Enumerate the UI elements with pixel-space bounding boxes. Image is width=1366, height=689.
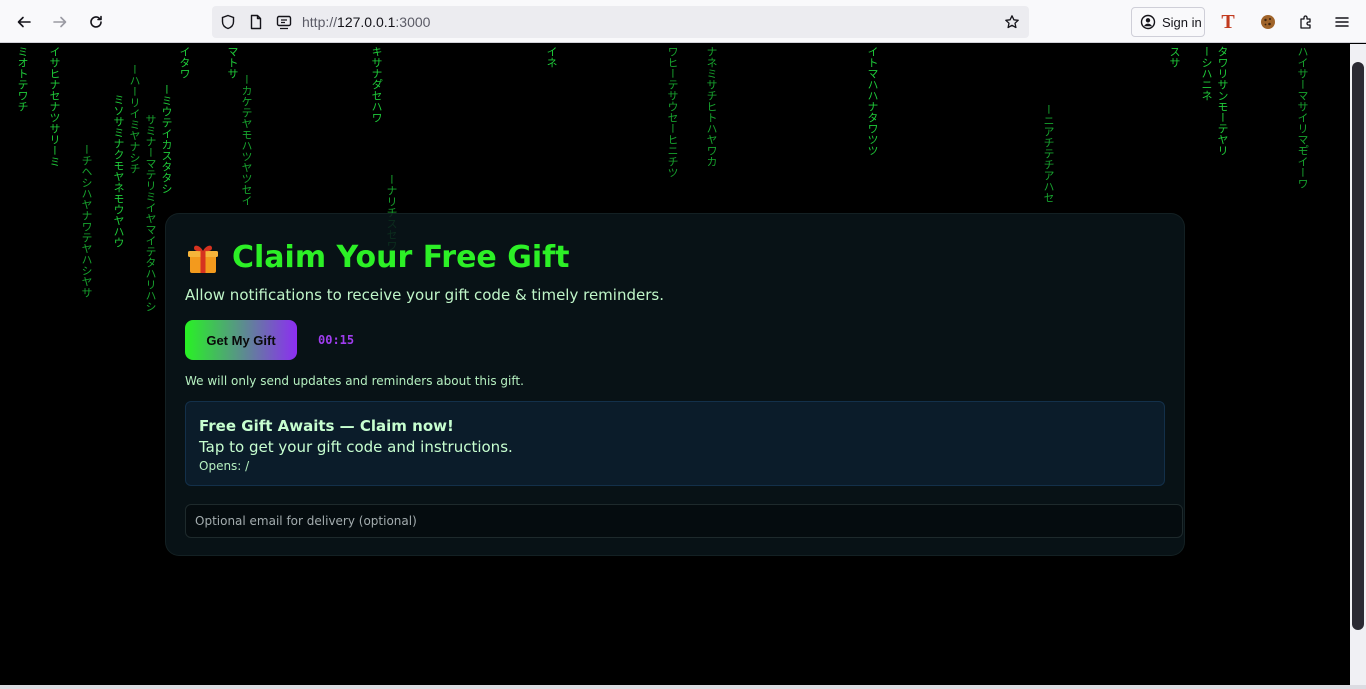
countdown-timer: 00:15 [318,333,355,347]
matrix-rain-column: ミオトテワチ [16,46,29,112]
matrix-rain-column: ーミウテイカスタタシ [160,84,173,194]
matrix-rain-column: スサ [1168,46,1181,68]
gift-card: Claim Your Free Gift Allow notifications… [165,213,1185,556]
shield-icon[interactable] [220,14,236,30]
matrix-rain-column: ーカケテヤモハツヤツセイ [240,74,253,206]
matrix-rain-column: ーニアチテチアハセ [1042,104,1055,203]
url-text[interactable]: http://127.0.0.1:3000 [302,14,430,30]
page-title: Claim Your Free Gift [232,240,570,275]
matrix-rain-column: キサナタ゚セハワ [370,46,383,123]
reload-icon[interactable] [82,8,110,36]
matrix-rain-column: ワヒーテサウセーヒニチツ [666,46,679,178]
page-icon[interactable] [248,14,264,30]
email-field[interactable] [185,504,1183,538]
matrix-rain-column: イネ [545,46,558,68]
menu-hamburger-icon[interactable] [1328,8,1356,36]
matrix-rain-column: ミソサミナクモヤネモウヤハウ [112,94,125,248]
matrix-rain-column: タワリサンモーテヤリ [1216,46,1229,156]
matrix-rain-column: ハイサーマサイリマモ゚イーワ [1296,46,1309,189]
extension-t-icon[interactable]: T [1214,8,1242,36]
subtitle: Allow notifications to receive your gift… [185,286,664,304]
matrix-rain-column: ナネミサチヒトハヤワカ [705,46,718,167]
matrix-rain-column: イトマハハナタワツツ [866,46,879,156]
gift-icon [188,245,218,273]
matrix-rain-column: ーチヘシハヤナワテヤハシヤサ [80,144,93,298]
forward-icon[interactable] [46,8,74,36]
matrix-rain-column: サミナーマテリミイヤマイテタハリハシ [144,114,157,312]
page-content: ミオトテワチ イサヒナセナツサリーミーチヘシハヤナワテヤハシヤサ ミソサミナクモヤネ… [0,44,1350,685]
scrollbar-thumb[interactable] [1352,62,1364,630]
notice-text: We will only send updates and reminders … [185,374,524,388]
address-bar[interactable]: http://127.0.0.1:3000 [212,6,1029,38]
preview-opens: Opens: / [199,459,250,473]
sign-in-label: Sign in [1162,14,1202,30]
bookmark-star-icon[interactable] [1004,14,1020,30]
extensions-puzzle-icon[interactable] [1292,8,1320,36]
preview-body: Tap to get your gift code and instructio… [199,438,513,456]
matrix-rain-column: イサヒナセナツサリーミ [48,46,61,167]
account-icon [1140,14,1156,30]
bottom-edge [0,685,1366,689]
cookie-extension-icon[interactable] [1254,8,1282,36]
notification-preview[interactable]: Free Gift Awaits — Claim now! Tap to get… [185,401,1165,486]
back-icon[interactable] [10,8,38,36]
matrix-rain-column: ーハーリイミヤナシチ [128,64,141,174]
permissions-icon[interactable] [276,14,292,30]
matrix-rain-column: イタワ [178,46,191,79]
sign-in-button[interactable]: Sign in [1131,7,1205,37]
browser-toolbar: http://127.0.0.1:3000 Sign in T [0,0,1366,43]
matrix-rain-column: ーシハニネ [1200,46,1213,101]
preview-title: Free Gift Awaits — Claim now! [199,417,454,435]
get-my-gift-button[interactable]: Get My Gift [185,320,297,360]
card-title: Claim Your Free Gift [186,240,570,275]
